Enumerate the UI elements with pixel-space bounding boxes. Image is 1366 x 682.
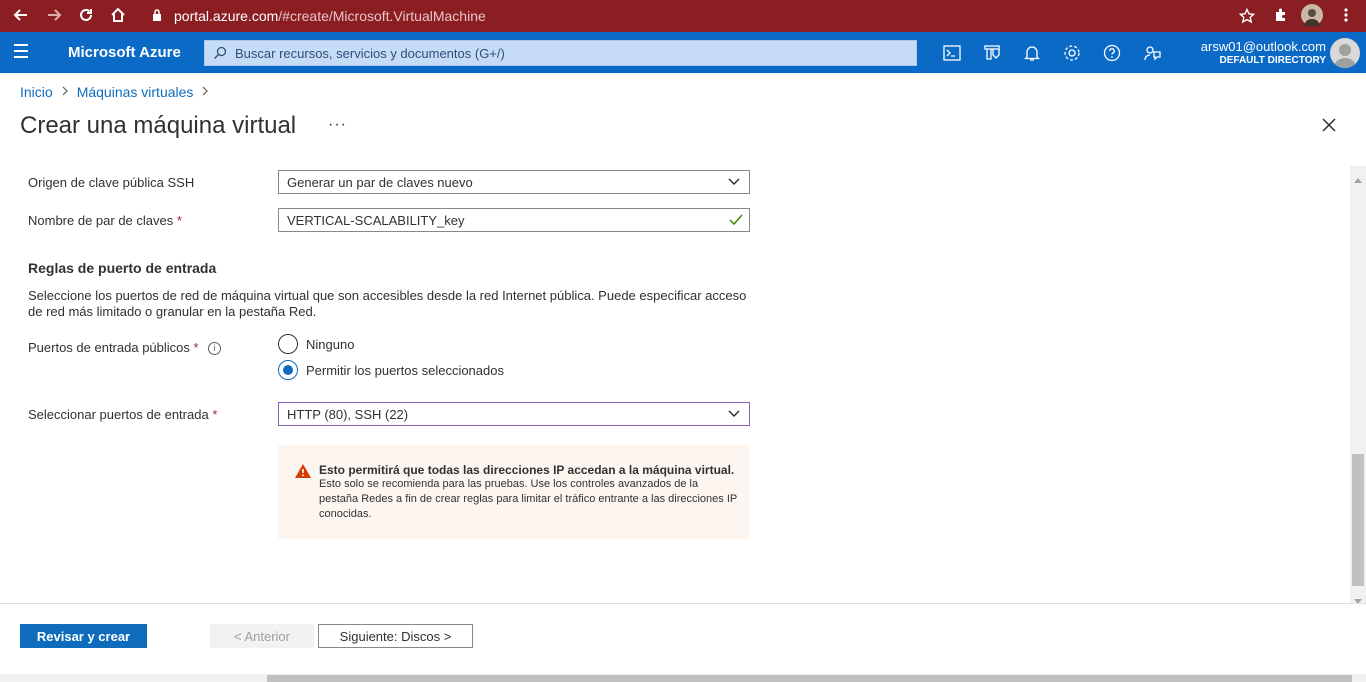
breadcrumb-home[interactable]: Inicio	[20, 84, 53, 100]
ssh-source-label: Origen de clave pública SSH	[28, 175, 195, 190]
warning-title: Esto permitirá que todas las direcciones…	[319, 463, 735, 477]
key-name-value: VERTICAL-SCALABILITY_key	[287, 212, 465, 228]
avatar[interactable]	[1330, 38, 1360, 68]
public-ports-label-text: Puertos de entrada públicos	[28, 340, 190, 355]
section-description: Seleccione los puertos de red de máquina…	[28, 288, 747, 319]
account-email: arsw01@outlook.com	[1200, 39, 1326, 54]
browser-menu-icon[interactable]	[1334, 3, 1358, 27]
section-heading: Reglas de puerto de entrada	[28, 260, 217, 276]
settings-icon[interactable]	[1062, 43, 1082, 63]
key-name-label-text: Nombre de par de claves	[28, 213, 174, 228]
horizontal-scrollbar-thumb[interactable]	[267, 675, 1352, 682]
feedback-icon[interactable]	[1142, 43, 1162, 63]
select-ports-value: HTTP (80), SSH (22)	[287, 406, 409, 422]
bookmark-star-icon[interactable]	[1238, 7, 1256, 29]
breadcrumb: Inicio Máquinas virtuales	[20, 84, 217, 100]
warning-icon	[294, 463, 312, 479]
radio-none[interactable]: Ninguno	[278, 334, 354, 354]
address-bar[interactable]: portal.azure.com/#create/Microsoft.Virtu…	[140, 2, 1265, 30]
directory-filter-icon[interactable]	[982, 43, 1002, 63]
key-name-field[interactable]: VERTICAL-SCALABILITY_key	[278, 208, 750, 232]
account-directory: DEFAULT DIRECTORY	[1219, 55, 1326, 66]
radio-allow-selected[interactable]: Permitir los puertos seleccionados	[278, 360, 504, 380]
vertical-scrollbar[interactable]	[1350, 166, 1366, 604]
horizontal-scrollbar[interactable]	[0, 674, 1366, 682]
scroll-down-icon[interactable]	[1354, 592, 1362, 610]
portal-menu-icon[interactable]	[14, 44, 32, 60]
notifications-icon[interactable]	[1022, 43, 1042, 63]
warning-body: Esto solo se recomienda para las pruebas…	[319, 478, 738, 520]
review-create-button[interactable]: Revisar y crear	[20, 624, 147, 648]
next-disks-button[interactable]: Siguiente: Discos >	[318, 624, 473, 648]
radio-circle[interactable]	[278, 334, 298, 354]
search-placeholder: Buscar recursos, servicios y documentos …	[235, 45, 505, 61]
help-icon[interactable]	[1102, 43, 1122, 63]
extensions-icon[interactable]	[1269, 3, 1293, 27]
radio-none-label: Ninguno	[306, 336, 355, 352]
back-icon[interactable]	[9, 3, 33, 27]
forward-icon[interactable]	[42, 3, 66, 27]
warning-box: Esto permitirá que todas las direcciones…	[278, 445, 750, 539]
ssh-source-value: Generar un par de claves nuevo	[287, 174, 473, 190]
more-options-button[interactable]: ···	[328, 116, 347, 134]
url-path: /#create/Microsoft.VirtualMachine	[278, 8, 486, 24]
url-host: portal.azure.com	[174, 8, 279, 24]
required-marker: *	[193, 340, 199, 355]
account-info[interactable]: arsw01@outlook.com DEFAULT DIRECTORY	[1201, 39, 1326, 66]
public-ports-label: Puertos de entrada públicos *	[28, 340, 199, 355]
azure-header: Microsoft Azure Buscar recursos, servici…	[0, 32, 1366, 73]
select-ports-label-text: Seleccionar puertos de entrada	[28, 407, 209, 422]
select-ports-label: Seleccionar puertos de entrada *	[28, 407, 217, 422]
browser-toolbar: portal.azure.com/#create/Microsoft.Virtu…	[0, 0, 1366, 32]
footer-divider	[0, 603, 1366, 604]
scroll-up-icon[interactable]	[1354, 170, 1362, 188]
ssh-source-dropdown[interactable]: Generar un par de claves nuevo	[278, 170, 750, 194]
chevron-right-icon	[61, 85, 69, 99]
scrollbar-thumb[interactable]	[1352, 454, 1364, 586]
key-name-label: Nombre de par de claves *	[28, 213, 182, 228]
profile-avatar[interactable]	[1301, 4, 1323, 26]
form-content: Origen de clave pública SSH Generar un p…	[0, 160, 1350, 604]
home-icon[interactable]	[106, 3, 130, 27]
check-icon	[729, 214, 743, 226]
radio-allow-label: Permitir los puertos seleccionados	[306, 362, 504, 378]
search-icon	[213, 46, 227, 60]
chevron-down-icon	[727, 408, 741, 420]
lock-icon	[152, 9, 162, 27]
chevron-right-icon	[201, 85, 209, 99]
breadcrumb-virtual-machines[interactable]: Máquinas virtuales	[77, 84, 194, 100]
required-marker: *	[176, 213, 182, 228]
info-icon[interactable]: i	[208, 342, 221, 355]
reload-icon[interactable]	[74, 3, 98, 27]
radio-circle-selected[interactable]	[278, 360, 298, 380]
azure-brand[interactable]: Microsoft Azure	[68, 44, 181, 61]
page-title: Crear una máquina virtual	[20, 112, 297, 139]
previous-button[interactable]: < Anterior	[210, 624, 314, 648]
chevron-down-icon	[727, 176, 741, 188]
search-input[interactable]: Buscar recursos, servicios y documentos …	[204, 40, 917, 66]
cloud-shell-icon[interactable]	[942, 43, 962, 63]
required-marker: *	[212, 407, 218, 422]
close-icon[interactable]	[1318, 114, 1340, 136]
select-ports-dropdown[interactable]: HTTP (80), SSH (22)	[278, 402, 750, 426]
